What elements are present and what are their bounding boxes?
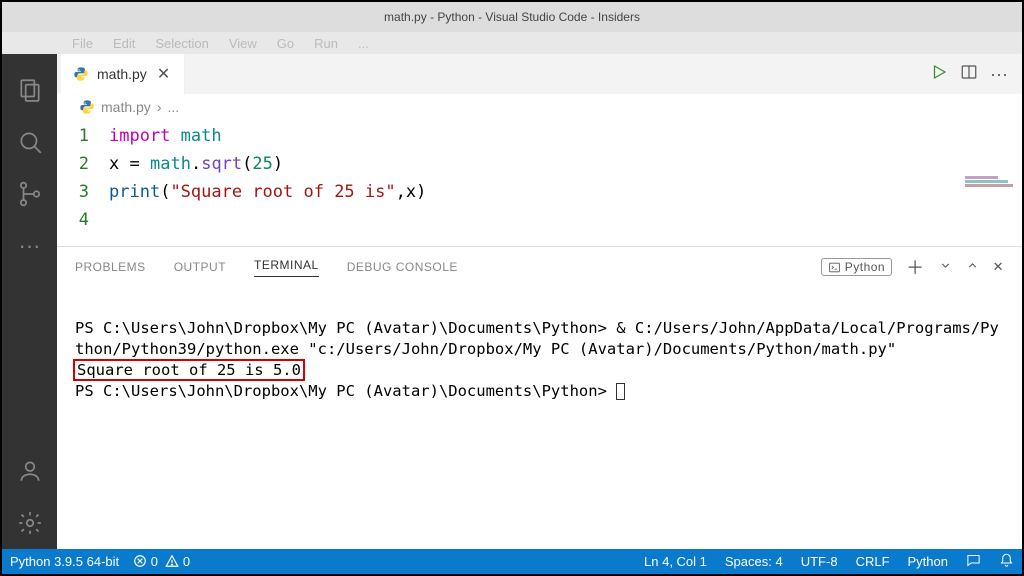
line-number: 1: [57, 122, 109, 150]
code-content[interactable]: x = math.sqrt(25): [109, 150, 1022, 178]
panel-tab-output[interactable]: OUTPUT: [174, 260, 226, 274]
breadcrumb-more: ...: [167, 99, 179, 115]
code-line: 1import math: [57, 122, 1022, 150]
activity-bar: ···: [2, 54, 57, 549]
split-editor-icon[interactable]: [960, 63, 978, 86]
menubar: File Edit Selection View Go Run...: [2, 32, 1022, 54]
new-terminal-icon[interactable]: ＋: [906, 254, 925, 280]
code-content[interactable]: import math: [109, 122, 1022, 150]
window-title: math.py - Python - Visual Studio Code - …: [384, 10, 640, 24]
terminal-panel: PROBLEMS OUTPUT TERMINAL DEBUG CONSOLE Pyth…: [57, 246, 1022, 446]
panel-tabs: PROBLEMS OUTPUT TERMINAL DEBUG CONSOLE Pyth…: [57, 247, 1022, 287]
status-notifications-icon[interactable]: [999, 553, 1014, 571]
minimap[interactable]: [965, 176, 1020, 190]
line-number: 2: [57, 150, 109, 178]
code-line: 3print("Square root of 25 is",x): [57, 178, 1022, 206]
terminal-output[interactable]: PS C:\Users\John\Dropbox\My PC (Avatar)\…: [57, 287, 1022, 446]
terminal-line: PS C:\Users\John\Dropbox\My PC (Avatar)\…: [75, 319, 999, 358]
editor-area: math.py ✕ ··· math.py › ... 1import math…: [57, 54, 1022, 549]
python-file-icon: [73, 66, 89, 82]
python-file-icon: [79, 99, 95, 115]
status-language-mode[interactable]: Python: [908, 554, 948, 569]
menu-item[interactable]: File: [72, 36, 93, 51]
panel-actions: Python ＋ ✕: [821, 254, 1004, 280]
code-line: 4: [57, 206, 1022, 234]
panel-tab-problems[interactable]: PROBLEMS: [75, 260, 146, 274]
status-spaces[interactable]: Spaces: 4: [725, 554, 783, 569]
run-icon[interactable]: [930, 63, 948, 86]
settings-gear-icon[interactable]: [2, 497, 57, 549]
menu-item[interactable]: View: [229, 36, 257, 51]
code-line: 2x = math.sqrt(25): [57, 150, 1022, 178]
source-control-icon[interactable]: [2, 168, 57, 220]
panel-tab-terminal[interactable]: TERMINAL: [254, 258, 319, 277]
menu-item[interactable]: Go: [277, 36, 294, 51]
menu-item[interactable]: Run: [314, 36, 338, 51]
explorer-icon[interactable]: [2, 64, 57, 116]
editor-tab[interactable]: math.py ✕: [61, 54, 185, 94]
terminal-cursor: [616, 383, 625, 400]
close-panel-icon[interactable]: ✕: [993, 259, 1004, 275]
menu-item[interactable]: ...: [358, 36, 369, 51]
status-eol[interactable]: CRLF: [856, 554, 890, 569]
breadcrumb[interactable]: math.py › ...: [57, 94, 1022, 120]
tab-filename: math.py: [97, 66, 147, 82]
split-terminal-dropdown-icon[interactable]: [939, 259, 952, 275]
tab-actions: ···: [930, 54, 1022, 94]
panel-tab-debug-console[interactable]: DEBUG CONSOLE: [347, 260, 458, 274]
line-number: 4: [57, 206, 109, 234]
code-content[interactable]: print("Square root of 25 is",x): [109, 178, 1022, 206]
status-encoding[interactable]: UTF-8: [801, 554, 838, 569]
more-icon[interactable]: ···: [2, 220, 57, 272]
menu-item[interactable]: Edit: [113, 36, 135, 51]
more-actions-icon[interactable]: ···: [990, 64, 1008, 85]
status-errors-warnings[interactable]: 0 0: [133, 554, 190, 569]
terminal-highlighted-output: Square root of 25 is 5.0: [75, 361, 303, 379]
account-icon[interactable]: [2, 445, 57, 497]
titlebar: math.py - Python - Visual Studio Code - …: [2, 2, 1022, 32]
terminal-prompt: PS C:\Users\John\Dropbox\My PC (Avatar)\…: [75, 382, 616, 400]
status-ln-col[interactable]: Ln 4, Col 1: [644, 554, 707, 569]
breadcrumb-separator-icon: ›: [157, 99, 162, 115]
terminal-shell-select[interactable]: Python: [821, 258, 892, 276]
tab-bar: math.py ✕ ···: [57, 54, 1022, 94]
status-bar: Python 3.9.5 64-bit 0 0 Ln 4, Col 1 Spac…: [2, 549, 1022, 574]
breadcrumb-file: math.py: [101, 99, 151, 115]
close-tab-icon[interactable]: ✕: [155, 64, 172, 84]
code-editor[interactable]: 1import math2x = math.sqrt(25)3print("Sq…: [57, 120, 1022, 246]
menu-item[interactable]: Selection: [155, 36, 208, 51]
status-feedback-icon[interactable]: [966, 553, 981, 571]
line-number: 3: [57, 178, 109, 206]
code-content[interactable]: [109, 206, 1022, 234]
status-python-interpreter[interactable]: Python 3.9.5 64-bit: [10, 554, 119, 569]
search-icon[interactable]: [2, 116, 57, 168]
maximize-panel-icon[interactable]: [966, 259, 979, 275]
